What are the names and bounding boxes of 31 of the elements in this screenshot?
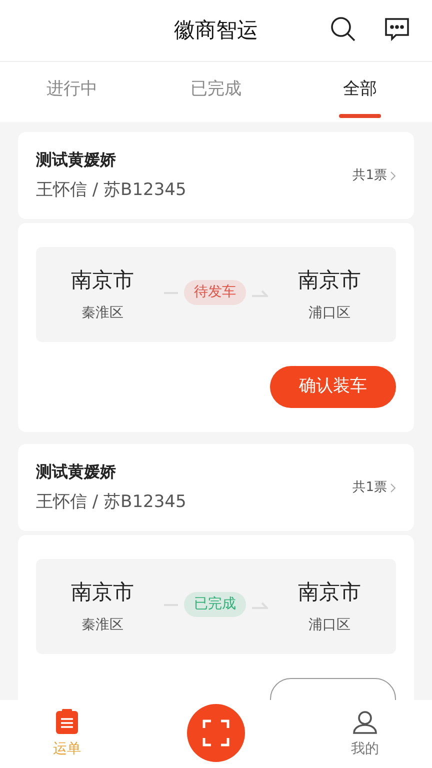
origin-district: 秦淮区 <box>82 616 124 635</box>
destination-city: 南京市 <box>298 267 361 294</box>
driver-plate: 王怀信 / 苏B12345 <box>36 178 186 202</box>
chevron-right-icon <box>390 482 396 492</box>
destination-district: 浦口区 <box>308 616 350 635</box>
clipboard-icon <box>55 708 79 734</box>
ticket-count: 共1票 <box>352 478 387 497</box>
tab[interactable]: 进行中 <box>0 62 144 122</box>
tab[interactable]: 全部 <box>288 62 432 122</box>
chat-icon[interactable] <box>384 16 410 42</box>
search-icon[interactable] <box>330 16 356 42</box>
destination-city: 南京市 <box>298 579 361 606</box>
order-header[interactable]: 测试黄媛娇 王怀信 / 苏B12345 共1票 <box>18 444 414 531</box>
nav-item[interactable]: 我的 <box>351 708 379 760</box>
person-icon <box>352 708 378 734</box>
tab[interactable]: 已完成 <box>144 62 288 122</box>
shipper-name: 测试黄媛娇 <box>36 460 117 483</box>
scan-icon <box>202 719 230 747</box>
action-button[interactable]: 确认装车 <box>270 366 396 408</box>
driver-plate: 王怀信 / 苏B12345 <box>36 490 186 514</box>
origin-city: 南京市 <box>71 579 134 606</box>
status-badge: 待发车 <box>184 280 246 305</box>
origin-district: 秦淮区 <box>82 304 124 323</box>
chevron-right-icon <box>390 170 396 180</box>
status-badge: 已完成 <box>184 592 246 617</box>
ticket-count: 共1票 <box>352 166 387 185</box>
origin-city: 南京市 <box>71 267 134 294</box>
destination-district: 浦口区 <box>308 304 350 323</box>
order-header[interactable]: 测试黄媛娇 王怀信 / 苏B12345 共1票 <box>18 132 414 219</box>
shipper-name: 测试黄媛娇 <box>36 148 117 171</box>
app-title: 徽商智运 <box>174 16 258 44</box>
